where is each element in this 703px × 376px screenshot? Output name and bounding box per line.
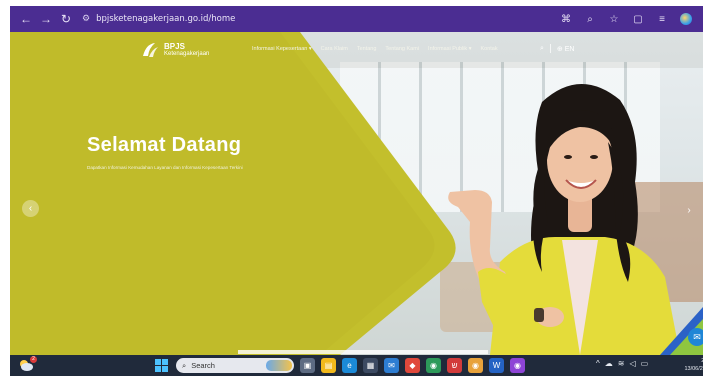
notification-badge: 2 [30,355,37,363]
app-icon[interactable]: ש [447,358,462,373]
search-icon[interactable]: ⌕ [540,45,544,53]
search-highlight-icon [266,360,292,371]
wifi-icon[interactable]: ≋ [618,359,625,368]
nav-item-tentang-kami[interactable]: Tentang Kami [385,46,419,52]
clock-date: 13/06/2023 [684,366,703,372]
carousel-prev-button[interactable]: ‹ [22,200,39,217]
chrome-icon[interactable]: ◉ [426,358,441,373]
task-view-icon[interactable]: ▣ [300,358,315,373]
nav-item-kontak[interactable]: Kontak [480,46,497,52]
chrome-profile-icon[interactable]: ◉ [468,358,483,373]
hero-subtitle: Dapatkan Informasi Kemudahan Layanan dan… [87,165,243,170]
hero-section: BPJS Ketenagakerjaan Informasi Kepeserta… [10,32,703,355]
nav-item-informasi-publik[interactable]: Informasi Publik ▾ [428,46,471,52]
volume-icon[interactable]: ◁ [629,359,635,368]
reload-icon[interactable]: ↻ [56,9,76,29]
system-tray: ^ ☁ ≋ ◁ ▭ [596,359,648,368]
browser-icon[interactable]: ◉ [510,358,525,373]
divider [549,44,551,53]
carousel-indicator [238,350,488,354]
browser-toolbar: ← → ↻ ⚙ bpjsketenagakerjaan.go.id/home ⌘… [10,6,703,32]
chevron-up-icon[interactable]: ^ [596,359,600,368]
site-settings-icon[interactable]: ⚙ [82,14,90,24]
edge-icon[interactable]: e [342,358,357,373]
translate-icon[interactable]: ⌘ [555,9,577,29]
forward-arrow-icon[interactable]: → [36,9,56,29]
back-arrow-icon[interactable]: ← [16,9,36,29]
windows-taskbar: 2 ⌕ Search ▣ ▤ e ▦ ✉ ◆ ◉ ש ◉ W ◉ ^ ☁ ≋ ◁… [10,355,703,376]
cloud-icon[interactable]: ☁ [605,359,613,368]
search-placeholder: Search [191,361,215,370]
chat-icon[interactable]: ✉ [688,328,703,346]
hero-title: Selamat Datang [87,134,242,156]
logo-secondary-text: Ketenagakerjaan [164,50,210,57]
header-tools: ⌕ ⊕ EN [540,44,574,53]
language-label: EN [564,45,575,53]
bpjs-logo-mark-icon [143,43,158,57]
taskbar-search[interactable]: ⌕ Search [176,358,294,373]
bookmark-star-icon[interactable]: ☆ [603,9,625,29]
profile-icon[interactable] [675,9,697,29]
url-text: bpjsketenagakerjaan.go.id/home [96,14,236,24]
zoom-icon[interactable]: ⌕ [579,9,601,29]
file-explorer-icon[interactable]: ▤ [321,358,336,373]
battery-icon[interactable]: ▭ [641,359,649,368]
clock-time: 23:1 [678,357,703,365]
system-clock[interactable]: 23:1 13/06/2023 [678,357,703,373]
start-button[interactable] [155,359,168,372]
language-switch[interactable]: ⊕ EN [557,45,575,53]
taskbar-apps: ▣ ▤ e ▦ ✉ ◆ ◉ ש ◉ W ◉ [300,358,525,373]
nav-item-cara-klaim[interactable]: Cara Klaim [321,46,348,52]
nav-item-informasi-kepesertaan[interactable]: Informasi Kepesertaan ▾ [252,46,312,52]
mail-icon[interactable]: ✉ [384,358,399,373]
address-bar[interactable]: ⚙ bpjsketenagakerjaan.go.id/home [82,10,235,28]
office-icon[interactable]: ◆ [405,358,420,373]
store-icon[interactable]: ▦ [363,358,378,373]
nav-item-tentang[interactable]: Tentang [357,46,377,52]
weather-widget[interactable]: 2 [18,355,38,374]
bpjs-logo[interactable]: BPJS Ketenagakerjaan [140,41,209,59]
search-icon: ⌕ [182,360,187,370]
word-icon[interactable]: W [489,358,504,373]
extensions-icon[interactable]: ▢ [627,9,649,29]
logo-primary-text: BPJS [164,41,185,51]
media-icon[interactable]: ≡ [651,9,673,29]
main-navigation: Informasi Kepesertaan ▾ Cara Klaim Tenta… [252,46,498,52]
